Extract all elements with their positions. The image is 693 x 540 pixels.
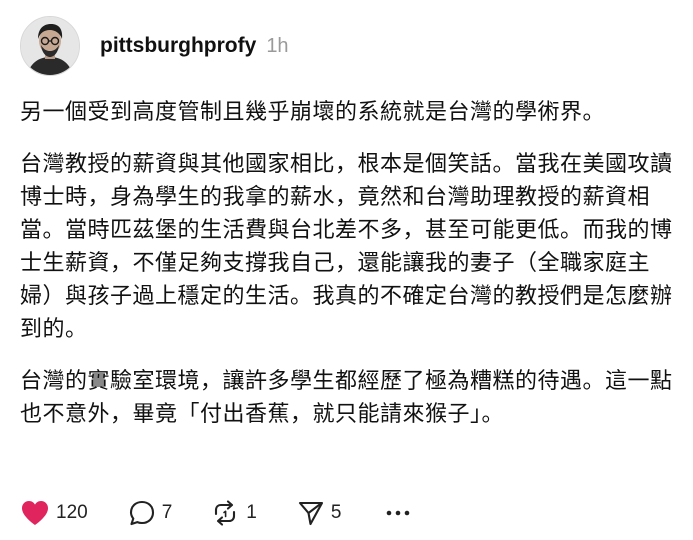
repost-button[interactable]: 1 xyxy=(210,499,257,527)
share-button[interactable]: 5 xyxy=(297,499,342,527)
heart-filled-icon xyxy=(20,499,50,527)
like-button[interactable]: 120 xyxy=(20,499,88,527)
post-paragraph-2: 台灣教授的薪資與其他國家相比，根本是個笑話。當我在美國攻讀博士時，身為學生的我拿… xyxy=(20,152,673,342)
more-dots-icon xyxy=(385,508,411,518)
post-body: 另一個受到高度管制且幾乎崩壞的系統就是台灣的學術界。 台灣教授的薪資與其他國家相… xyxy=(20,96,675,450)
repost-count: 1 xyxy=(246,502,257,523)
avatar-image xyxy=(21,17,79,75)
thread-post: pittsburghprofy 1h 另一個受到高度管制且幾乎崩壞的系統就是台灣… xyxy=(0,0,693,540)
post-paragraph-1: 另一個受到高度管制且幾乎崩壞的系統就是台灣的學術界。 xyxy=(20,100,606,125)
post-paragraph-3: 台灣的實驗室環境，讓許多學生都經歷了極為糟糕的待遇。這一點也不意外，畢竟「付出香… xyxy=(20,369,673,427)
more-button[interactable] xyxy=(385,508,411,518)
share-count: 5 xyxy=(330,502,342,523)
send-icon xyxy=(297,499,325,527)
avatar[interactable] xyxy=(20,16,80,76)
speech-bubble-icon xyxy=(128,499,156,527)
post-header: pittsburghprofy 1h xyxy=(100,34,289,58)
like-count: 120 xyxy=(56,502,88,523)
action-bar: 120 7 1 5 xyxy=(20,496,411,530)
reply-button[interactable]: 7 xyxy=(128,499,173,527)
repost-arrows-icon xyxy=(210,499,240,527)
post-time: 1h xyxy=(266,35,289,57)
reply-count: 7 xyxy=(161,502,173,523)
username[interactable]: pittsburghprofy xyxy=(100,34,256,58)
